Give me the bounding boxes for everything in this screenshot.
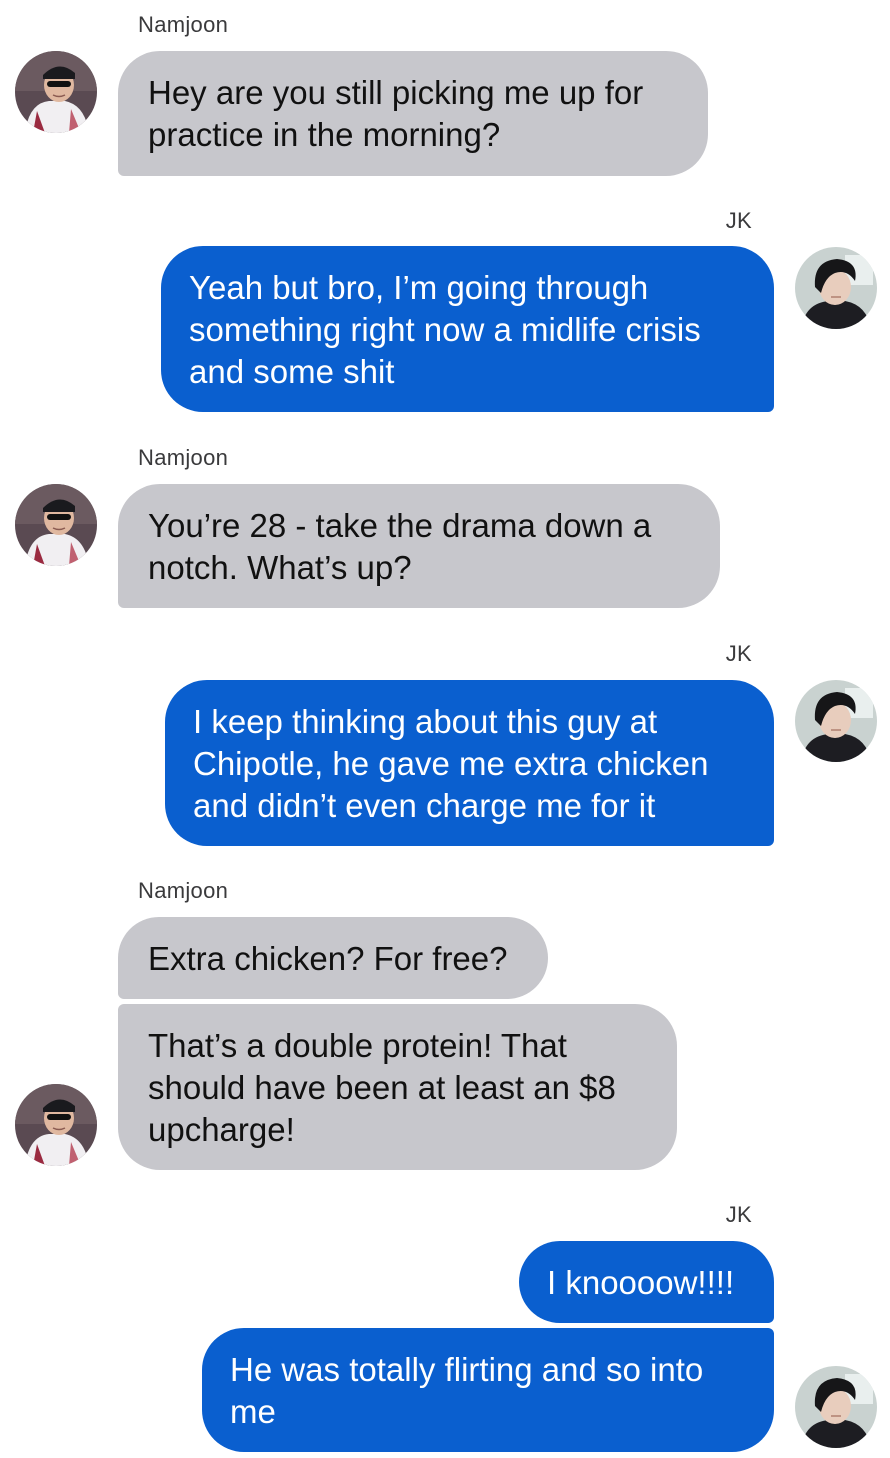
avatar-photo-icon xyxy=(15,484,97,566)
sender-name-namjoon: Namjoon xyxy=(138,878,229,903)
sender-name-namjoon: Namjoon xyxy=(138,12,229,37)
avatar-photo-icon xyxy=(795,1366,877,1448)
message-bubble-incoming[interactable]: Hey are you still picking me up for prac… xyxy=(118,51,708,176)
jk-avatar[interactable] xyxy=(795,247,877,329)
avatar-photo-icon xyxy=(15,51,97,133)
namjoon-avatar[interactable] xyxy=(15,484,97,566)
message-bubble-incoming[interactable]: Extra chicken? For free? xyxy=(118,917,548,999)
jk-avatar[interactable] xyxy=(795,1366,877,1448)
avatar-photo-icon xyxy=(795,680,877,762)
sender-name-namjoon: Namjoon xyxy=(138,445,229,470)
message-bubble-outgoing[interactable]: I knoooow!!!! xyxy=(519,1241,774,1323)
sender-name-jk: JK xyxy=(725,1202,752,1227)
jk-avatar[interactable] xyxy=(795,680,877,762)
namjoon-avatar[interactable] xyxy=(15,51,97,133)
avatar-photo-icon xyxy=(795,247,877,329)
message-bubble-outgoing[interactable]: He was totally flirting and so into me xyxy=(202,1328,774,1452)
message-bubble-outgoing[interactable]: I keep thinking about this guy at Chipot… xyxy=(165,680,774,846)
avatar-photo-icon xyxy=(15,1084,97,1166)
message-bubble-outgoing[interactable]: Yeah but bro, I’m going through somethin… xyxy=(161,246,774,412)
message-bubble-incoming[interactable]: You’re 28 - take the drama down a notch.… xyxy=(118,484,720,608)
namjoon-avatar[interactable] xyxy=(15,1084,97,1166)
message-bubble-incoming[interactable]: That’s a double protein! That should hav… xyxy=(118,1004,677,1170)
sender-name-jk: JK xyxy=(725,208,752,233)
sender-name-jk: JK xyxy=(725,641,752,666)
